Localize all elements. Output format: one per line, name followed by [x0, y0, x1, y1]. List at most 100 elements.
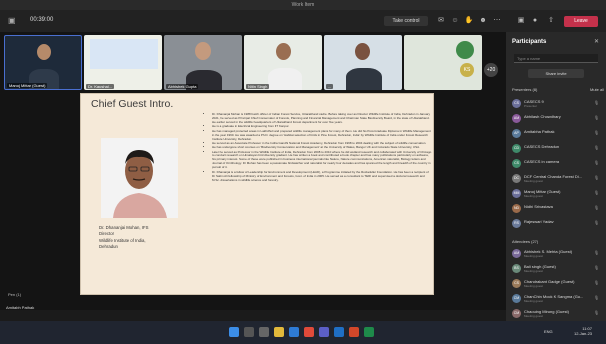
avatar: MM: [512, 189, 521, 198]
participant-row[interactable]: CS CASECS 9 Presenter 🎙: [510, 98, 602, 110]
avatar: AM: [512, 249, 521, 258]
shared-slide: Chief Guest Intro. Dr. Dhananjai Mohan, …: [80, 93, 434, 295]
participant-row[interactable]: CM ChanChin Mock K Sangma (Gu... Meeting g…: [510, 293, 602, 305]
participant-row[interactable]: MM Manoj Mittar (Guest) Meeting guest 🎙: [510, 188, 602, 200]
people-icon[interactable]: ☺: [450, 16, 460, 26]
mic-icon[interactable]: 🎙: [594, 100, 599, 105]
mute-all-button[interactable]: Mute all: [590, 87, 604, 92]
mic-icon[interactable]: 🎙: [594, 190, 599, 195]
video-tile[interactable]: [404, 35, 482, 90]
presenters-section-label[interactable]: Presenters (8): [512, 87, 537, 92]
bio-bullet: Dr. Dhananjai is a fellow of Leadership …: [212, 170, 432, 183]
system-clock[interactable]: 11:07 12-Jan-23: [574, 326, 592, 336]
mic-icon[interactable]: 🎙: [594, 250, 599, 255]
participant-row[interactable]: CD CASECS Dehradun 🎙: [510, 143, 602, 155]
participant-row[interactable]: CM Chaouing Mirung (Guest) Meeting guest 🎙: [510, 308, 602, 320]
react-icon[interactable]: ☻: [478, 16, 488, 26]
search-icon[interactable]: [244, 327, 254, 337]
mic-icon[interactable]: 🎙: [594, 115, 599, 120]
participant-role: Meeting guest: [524, 254, 543, 258]
close-icon[interactable]: ✕: [594, 38, 599, 45]
participant-name: Amitabha Pathak: [524, 129, 555, 134]
participant-row[interactable]: CS CASECS in camera 🎙: [510, 158, 602, 170]
mic-icon[interactable]: 🎙: [594, 220, 599, 225]
avatar: ND: [512, 204, 521, 213]
bio-bullet: Dr. Dhananjai Mohan is 1988 batch office…: [212, 112, 432, 125]
participant-row[interactable]: CS Chandrakant Gadge (Guest) Meeting guest…: [510, 278, 602, 290]
meeting-timer: 00:39:00: [30, 17, 54, 23]
more-icon[interactable]: ⋯: [492, 16, 502, 26]
avatar: CS: [512, 279, 521, 288]
mic-icon[interactable]: 🎙: [594, 130, 599, 135]
banner-graphic: [90, 39, 158, 69]
mic-icon[interactable]: ●: [530, 16, 540, 26]
language-indicator[interactable]: ENG: [544, 329, 553, 334]
camera-icon[interactable]: ▣: [516, 16, 526, 26]
raise-hand-icon[interactable]: ✋: [464, 16, 474, 26]
task-view-icon[interactable]: [259, 327, 269, 337]
chat-icon[interactable]: ✉: [436, 16, 446, 26]
tile-label: Abhishek Gupta: [166, 84, 199, 89]
emblem-logo: [456, 41, 474, 59]
participant-silhouette: [268, 68, 302, 90]
mic-icon[interactable]: 🎙: [594, 280, 599, 285]
excel-icon[interactable]: [364, 327, 374, 337]
powerpoint-icon[interactable]: [349, 327, 359, 337]
participant-role: Meeting guest: [524, 284, 543, 288]
bio-bullets: Dr. Dhananjai Mohan is 1988 batch office…: [206, 112, 432, 183]
window-titlebar: Work Item: [0, 0, 606, 10]
participant-role: Meeting guest: [524, 314, 543, 318]
word-icon[interactable]: [334, 327, 344, 337]
participant-face: [276, 43, 291, 60]
tile-label: Manoj Mittar (Guest): [7, 83, 48, 88]
mic-icon[interactable]: 🎙: [594, 175, 599, 180]
avatar: CD: [512, 144, 521, 153]
leave-button[interactable]: Leave: [564, 16, 598, 27]
shield-icon: ▣: [8, 16, 16, 25]
participant-row[interactable]: RS Rajeswari Yadav 🎙: [510, 218, 602, 230]
video-tile[interactable]: Nitin Singh: [244, 35, 322, 90]
chrome-icon[interactable]: [304, 327, 314, 337]
taskbar: ENG 11:07 12-Jan-23: [0, 321, 606, 344]
mic-icon[interactable]: 🎙: [594, 145, 599, 150]
start-icon[interactable]: [229, 327, 239, 337]
edge-icon[interactable]: [289, 327, 299, 337]
overflow-avatar[interactable]: KS: [460, 63, 474, 77]
share-invite-button[interactable]: Share invite: [528, 69, 584, 78]
mic-icon[interactable]: 🎙: [594, 310, 599, 315]
attendees-section-label[interactable]: Attendees (27): [512, 239, 538, 244]
teams-icon[interactable]: [319, 327, 329, 337]
tile-label: Nitin Singh: [246, 84, 270, 89]
participant-row[interactable]: ND Nidhi Srivastava 🎙: [510, 203, 602, 215]
video-tile[interactable]: Abhishek Gupta: [164, 35, 242, 90]
mic-icon[interactable]: 🎙: [594, 295, 599, 300]
video-tile[interactable]: ...: [324, 35, 402, 90]
meeting-toolbar: ▣ 00:39:00 Take control ✉ ☺ ✋ ☻ ⋯ ▣ ● ⇧ …: [0, 10, 606, 32]
participant-row[interactable]: AM Abhishek S. Mehta (Guest) Meeting guest…: [510, 248, 602, 260]
tile-label: Dr. Kaushal...: [86, 84, 115, 89]
mic-icon[interactable]: 🎙: [594, 265, 599, 270]
participant-row[interactable]: AP Amitabha Pathak 🎙: [510, 128, 602, 140]
mic-icon[interactable]: 🎙: [594, 160, 599, 165]
caption-line: Dehradun: [99, 244, 118, 250]
take-control-button[interactable]: Take control: [384, 16, 428, 26]
mic-icon[interactable]: 🎙: [594, 205, 599, 210]
participant-name: CASECS Dehradun: [524, 144, 560, 149]
more-participants-avatar[interactable]: +20: [484, 63, 498, 77]
file-explorer-icon[interactable]: [274, 327, 284, 337]
participant-row[interactable]: DC DCF Central Chanda Forest Di... Meeting…: [510, 173, 602, 185]
participant-face: [195, 42, 211, 60]
video-tile[interactable]: Manoj Mittar (Guest): [4, 35, 82, 90]
participant-row[interactable]: AM Abhilash Chowdhary 🎙: [510, 113, 602, 125]
share-icon[interactable]: ⇧: [546, 16, 556, 26]
speaker-caption: Dr. Dhananjai Mohan, IFS Director Wildli…: [99, 225, 199, 251]
share-controls[interactable]: Pen (1): [8, 292, 21, 297]
participant-role: Meeting guest: [524, 194, 543, 198]
participant-name: Nidhi Srivastava: [524, 204, 553, 209]
video-tile[interactable]: Dr. Kaushal...: [84, 35, 162, 90]
participant-row[interactable]: BS Bali singh (Guest) Meeting guest 🎙: [510, 263, 602, 275]
avatar: AP: [512, 129, 521, 138]
avatar: CS: [512, 99, 521, 108]
participant-role: Meeting guest: [524, 299, 543, 303]
participant-search-input[interactable]: Type a name: [514, 54, 598, 63]
